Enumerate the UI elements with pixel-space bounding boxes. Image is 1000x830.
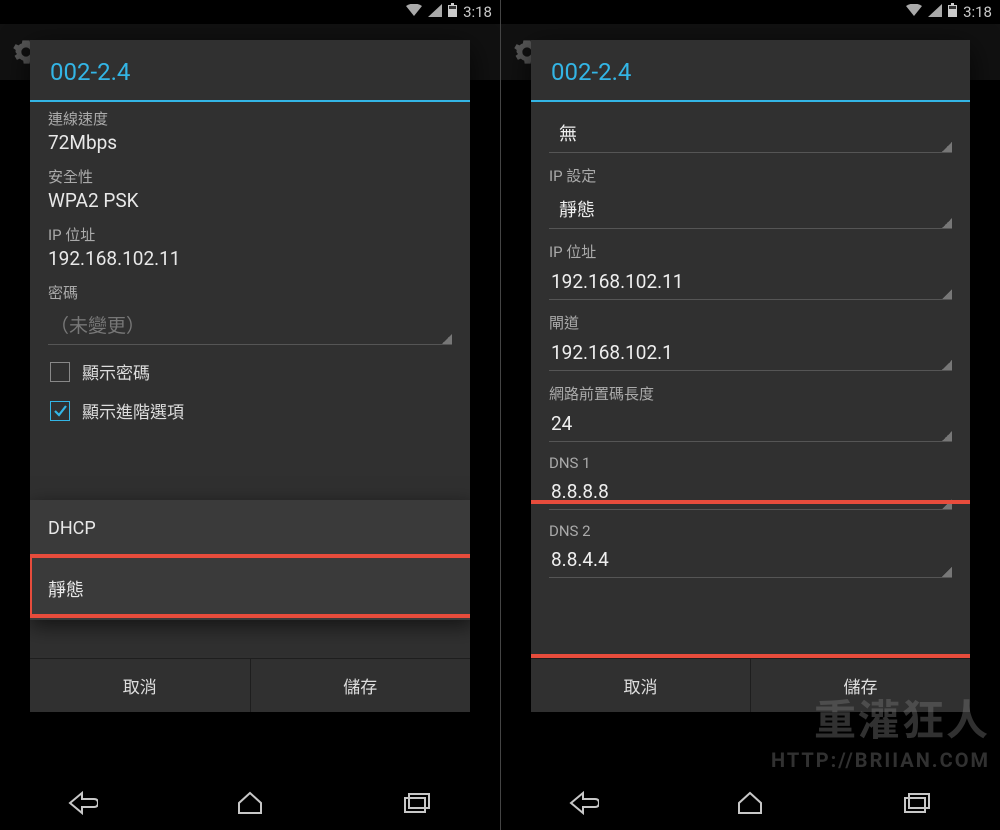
ip-address-label: IP 位址 <box>549 241 952 262</box>
battery-icon <box>948 3 957 21</box>
password-placeholder: （未變更） <box>50 314 145 337</box>
ip-settings-dropdown-popup: DHCP 靜態 <box>30 500 470 620</box>
dropdown-option-static[interactable]: 靜態 <box>30 557 470 620</box>
ip-settings-label: IP 設定 <box>549 165 952 186</box>
proxy-value: 無 <box>559 124 577 145</box>
nav-bar <box>0 776 500 830</box>
nav-bar <box>501 776 1000 830</box>
checkbox-icon <box>50 362 70 382</box>
checkbox-checked-icon <box>50 401 70 421</box>
dialog-button-bar: 取消 儲存 <box>30 658 470 712</box>
dialog-body-right: 無 IP 設定 靜態 IP 位址 192.168.102.11 閘道 192.1… <box>531 102 970 658</box>
dns2-input[interactable]: 8.8.4.4 <box>549 544 952 578</box>
phone-screen-right: 3:18 002-2.4 無 IP 設定 靜態 IP 位址 192.168.10… <box>500 0 1000 830</box>
status-bar: 3:18 <box>501 0 1000 24</box>
prefix-length-value: 24 <box>551 412 572 435</box>
prefix-length-label: 網路前置碼長度 <box>549 383 952 404</box>
save-button[interactable]: 儲存 <box>250 659 471 712</box>
wifi-network-dialog: 002-2.4 無 IP 設定 靜態 IP 位址 192.168.102.11 … <box>531 40 970 712</box>
battery-icon <box>448 3 457 21</box>
dropdown-option-dhcp[interactable]: DHCP <box>30 500 470 557</box>
status-time: 3:18 <box>963 3 992 21</box>
nav-home-button[interactable] <box>710 783 790 823</box>
watermark-line2: HTTP://BRIIAN.COM <box>771 748 990 772</box>
save-button[interactable]: 儲存 <box>750 659 970 712</box>
gateway-value: 192.168.102.1 <box>551 341 673 364</box>
show-password-label: 顯示密碼 <box>82 359 150 384</box>
security-value: WPA2 PSK <box>48 189 452 212</box>
cancel-button[interactable]: 取消 <box>531 659 750 712</box>
dns2-label: DNS 2 <box>549 522 952 540</box>
link-speed-value: 72Mbps <box>48 131 452 154</box>
nav-back-button[interactable] <box>43 783 123 823</box>
proxy-dropdown[interactable]: 無 <box>549 114 952 153</box>
link-speed-label: 連線速度 <box>48 108 452 129</box>
wifi-icon <box>406 3 422 21</box>
ip-address-input[interactable]: 192.168.102.11 <box>549 266 952 300</box>
prefix-length-input[interactable]: 24 <box>549 408 952 442</box>
ip-settings-value: 靜態 <box>559 200 595 221</box>
gateway-input[interactable]: 192.168.102.1 <box>549 337 952 371</box>
status-bar: 3:18 <box>0 0 500 24</box>
cancel-button[interactable]: 取消 <box>30 659 250 712</box>
password-input[interactable]: （未變更） <box>48 307 452 345</box>
show-advanced-label: 顯示進階選項 <box>82 398 184 423</box>
wifi-icon <box>906 3 922 21</box>
dns2-value: 8.8.4.4 <box>551 548 609 571</box>
nav-recent-button[interactable] <box>877 783 957 823</box>
show-password-checkbox[interactable]: 顯示密碼 <box>48 345 452 394</box>
gateway-label: 閘道 <box>549 312 952 333</box>
dns1-input[interactable]: 8.8.8.8 <box>549 476 952 510</box>
ip-settings-dropdown[interactable]: 靜態 <box>549 190 952 229</box>
dns1-label: DNS 1 <box>549 454 952 472</box>
dialog-title: 002-2.4 <box>531 40 970 102</box>
security-label: 安全性 <box>48 166 452 187</box>
dns1-value: 8.8.8.8 <box>551 480 609 503</box>
dialog-title: 002-2.4 <box>30 40 470 102</box>
phone-screen-left: 3:18 002-2.4 連線速度 72Mbps 安全性 WPA2 PSK IP… <box>0 0 500 830</box>
dialog-button-bar: 取消 儲存 <box>531 658 970 712</box>
ip-address-value: 192.168.102.11 <box>551 270 684 293</box>
nav-back-button[interactable] <box>544 783 624 823</box>
signal-icon <box>428 3 442 21</box>
nav-home-button[interactable] <box>210 783 290 823</box>
password-label: 密碼 <box>48 282 452 303</box>
dialog-body-left: 連線速度 72Mbps 安全性 WPA2 PSK IP 位址 192.168.1… <box>30 102 470 658</box>
nav-recent-button[interactable] <box>377 783 457 823</box>
wifi-network-dialog: 002-2.4 連線速度 72Mbps 安全性 WPA2 PSK IP 位址 1… <box>30 40 470 712</box>
ip-address-value: 192.168.102.11 <box>48 247 452 270</box>
ip-address-label: IP 位址 <box>48 224 452 245</box>
signal-icon <box>928 3 942 21</box>
status-time: 3:18 <box>463 3 492 21</box>
show-advanced-checkbox[interactable]: 顯示進階選項 <box>48 394 452 433</box>
